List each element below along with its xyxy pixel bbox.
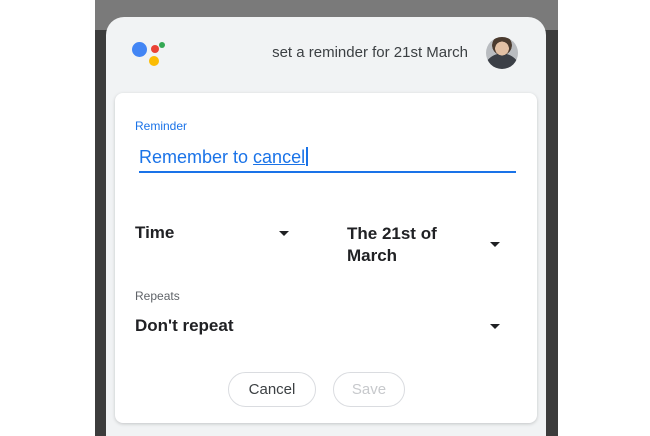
repeat-dropdown[interactable]: Don't repeat <box>135 316 515 340</box>
logo-dot-green <box>159 42 165 48</box>
logo-dot-blue <box>132 42 147 57</box>
reminder-label: Reminder <box>135 119 188 133</box>
save-button[interactable]: Save <box>333 372 405 407</box>
text-caret <box>306 147 309 166</box>
repeats-label: Repeats <box>135 289 180 303</box>
reminder-card: Reminder Remember to cancel Time The 21s… <box>115 93 537 423</box>
user-avatar[interactable] <box>486 37 518 69</box>
dropdown-arrow-icon <box>490 324 500 329</box>
voice-query-text: set a reminder for 21st March <box>272 44 468 61</box>
logo-dot-red <box>151 45 159 53</box>
reminder-text-prefix: Remember to <box>139 147 254 167</box>
time-dropdown[interactable]: Time <box>135 223 303 247</box>
dropdown-arrow-icon <box>490 242 500 247</box>
date-dropdown[interactable]: The 21st of March <box>347 223 515 271</box>
reminder-input[interactable]: Remember to cancel <box>139 147 516 173</box>
sheet-bottom <box>106 428 546 436</box>
time-value: Time <box>135 223 175 242</box>
assistant-sheet: set a reminder for 21st March Reminder R… <box>106 17 546 436</box>
sheet-header: set a reminder for 21st March <box>106 17 546 89</box>
reminder-text-word: cancel <box>253 147 306 167</box>
date-value-line2: March <box>347 246 398 265</box>
google-assistant-icon <box>130 39 166 69</box>
cancel-button[interactable]: Cancel <box>228 372 316 407</box>
dropdown-arrow-icon <box>279 231 289 236</box>
repeat-value: Don't repeat <box>135 316 234 335</box>
logo-dot-yellow <box>149 56 159 66</box>
